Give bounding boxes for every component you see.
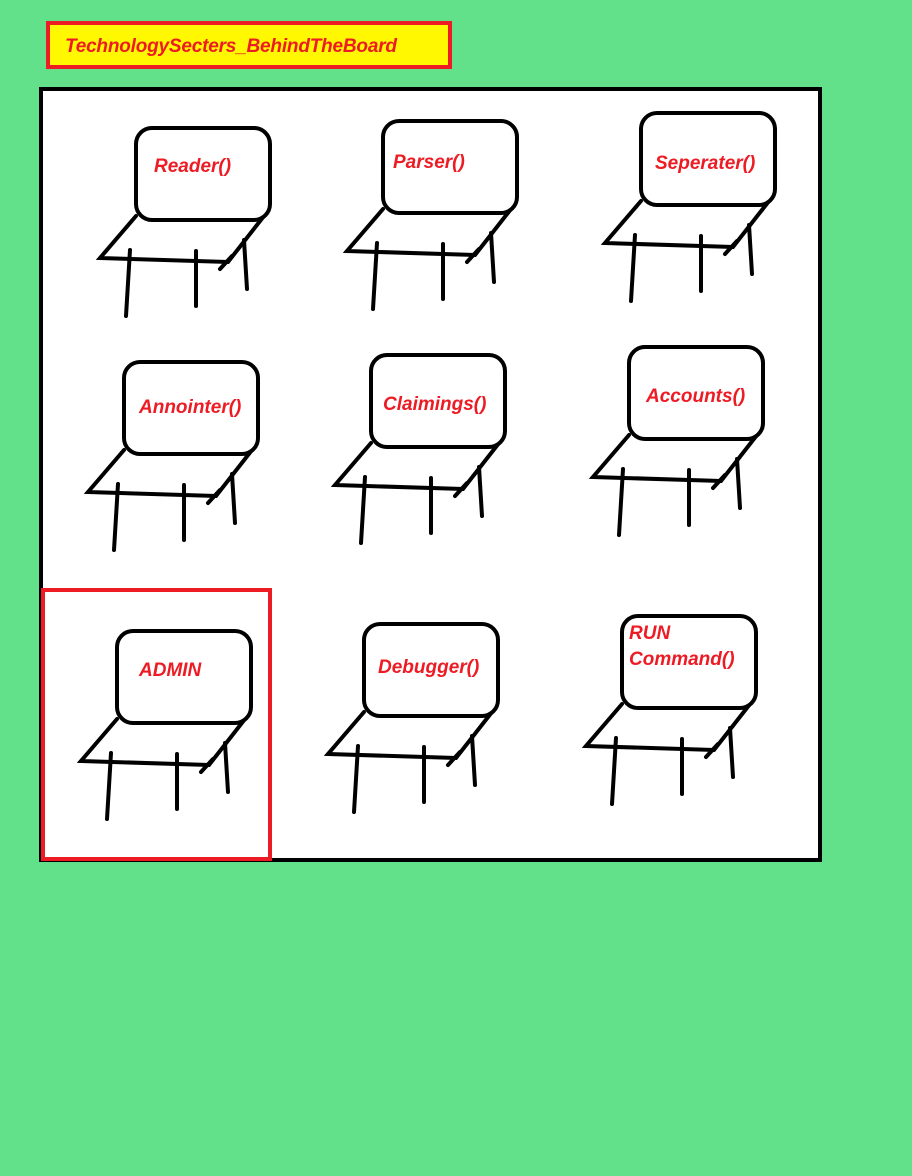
- chair-seat: [330, 441, 501, 492]
- chair-annointer: Annointer(): [83, 360, 260, 552]
- chair-accounts: Accounts(): [588, 345, 765, 537]
- chair-label-line: Claimings(): [383, 394, 486, 415]
- chair-label-line: RUN: [629, 623, 671, 644]
- chair-label-line: Annointer(): [138, 397, 241, 418]
- chair-label: Debugger(): [378, 657, 479, 678]
- chair-run-command: RUN Command(): [581, 614, 758, 806]
- chair-seat: [323, 710, 494, 761]
- chair-reader: Reader(): [95, 126, 272, 318]
- chair-label-line: Seperater(): [655, 153, 755, 174]
- chair-label-line: ADMIN: [138, 660, 203, 681]
- chair-label: ADMIN: [138, 660, 203, 681]
- chair-leg: [223, 741, 230, 794]
- chair-admin: ADMIN: [76, 629, 253, 821]
- chair-seat: [581, 702, 752, 753]
- chair-label: Parser(): [393, 152, 465, 173]
- chair-parser: Parser(): [342, 119, 519, 311]
- chair-seperater: Seperater(): [600, 111, 777, 303]
- chairs-diagram: Reader() Parser() Seperater() Annointer() Cl…: [76, 111, 777, 821]
- chair-label-line: Debugger(): [378, 657, 479, 678]
- chair-seat: [600, 199, 771, 250]
- chair-leg: [242, 238, 249, 291]
- chair-leg: [735, 457, 742, 510]
- chair-label-line: Reader(): [154, 156, 231, 177]
- chair-label: Annointer(): [138, 397, 241, 418]
- chair-label: Seperater(): [655, 153, 755, 174]
- chair-seat: [342, 207, 513, 258]
- chair-seat: [588, 433, 759, 484]
- chair-label: Reader(): [154, 156, 231, 177]
- chair-debugger: Debugger(): [323, 622, 500, 814]
- chair-label-line: Accounts(): [645, 386, 745, 407]
- chair-leg: [470, 734, 477, 787]
- chair-label: Accounts(): [645, 386, 745, 407]
- chair-leg: [230, 472, 237, 525]
- chair-seat: [76, 717, 247, 768]
- chair-seat: [95, 214, 266, 265]
- chair-leg: [728, 726, 735, 779]
- chair-leg: [747, 223, 754, 276]
- chair-label-line: Command(): [629, 649, 735, 670]
- chair-label: Claimings(): [383, 394, 486, 415]
- chair-label-line: Parser(): [393, 152, 465, 173]
- chair-claimings: Claimings(): [330, 353, 507, 545]
- chair-seat: [83, 448, 254, 499]
- chair-leg: [489, 231, 496, 284]
- chair-leg: [477, 465, 484, 518]
